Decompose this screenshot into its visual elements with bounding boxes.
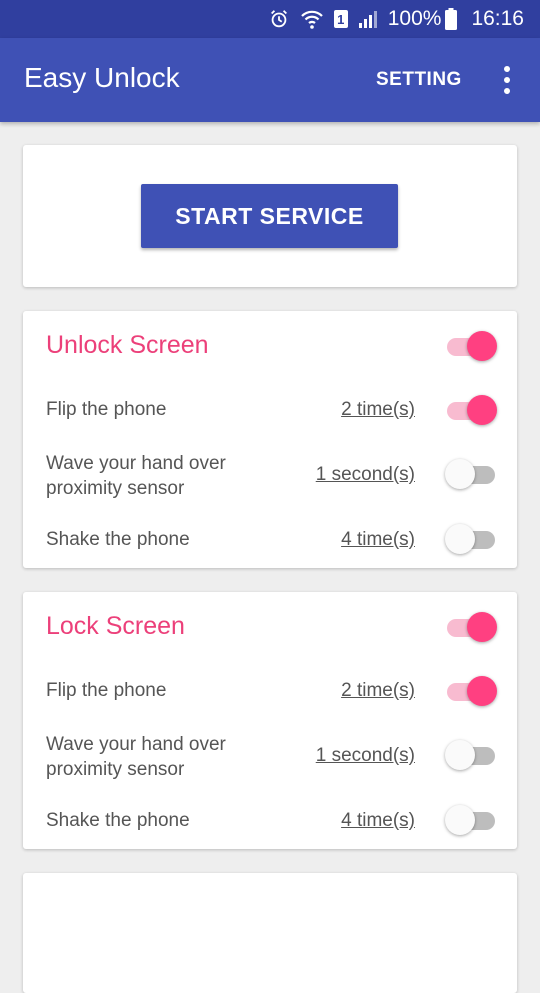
unlock-shake-label: Shake the phone [46, 529, 190, 550]
switch-thumb [445, 524, 475, 554]
unlock-master-switch[interactable] [445, 329, 497, 361]
switch-thumb [445, 740, 475, 770]
start-service-button[interactable]: START SERVICE [141, 184, 398, 248]
status-bar: 1 100% 16:16 [0, 0, 540, 38]
overflow-dot [504, 77, 510, 83]
switch-thumb [467, 676, 497, 706]
switch-thumb [467, 395, 497, 425]
lock-section-title: Lock Screen [46, 612, 185, 640]
overflow-dot [504, 88, 510, 94]
lock-shake-value[interactable]: 4 time(s) [341, 808, 415, 833]
more-vert-icon[interactable] [497, 66, 517, 94]
lock-flip-switch[interactable] [445, 674, 497, 706]
switch-thumb [445, 805, 475, 835]
unlock-flip-value[interactable]: 2 time(s) [341, 397, 415, 422]
lock-wave-label: Wave your hand over proximity sensor [46, 734, 226, 780]
app-title: Easy Unlock [24, 62, 180, 93]
status-time: 16:16 [471, 7, 524, 30]
lock-shake-switch[interactable] [445, 803, 497, 835]
unlock-flip-switch[interactable] [445, 393, 497, 425]
setting-button[interactable]: SETTING [376, 69, 462, 91]
switch-thumb [467, 331, 497, 361]
unlock-wave-label: Wave your hand over proximity sensor [46, 453, 226, 499]
lock-flip-label: Flip the phone [46, 680, 167, 701]
lock-wave-value[interactable]: 1 second(s) [316, 743, 415, 768]
lock-screen-card: Lock Screen Flip the phone 2 time(s) Wav… [23, 592, 517, 849]
sim-icon: 1 [333, 10, 348, 28]
wifi-icon [300, 8, 324, 30]
sim-slot-badge: 1 [333, 10, 348, 28]
unlock-wave-switch[interactable] [445, 457, 497, 489]
alarm-icon [268, 8, 290, 30]
battery-icon [445, 8, 458, 30]
overflow-dot [504, 66, 510, 72]
unlock-flip-label: Flip the phone [46, 399, 167, 420]
unlock-shake-value[interactable]: 4 time(s) [341, 527, 415, 552]
app-bar: Easy Unlock SETTING [0, 38, 540, 122]
service-card: START SERVICE [23, 145, 517, 287]
lock-shake-label: Shake the phone [46, 810, 190, 831]
unlock-screen-card: Unlock Screen Flip the phone 2 time(s) W… [23, 311, 517, 568]
unlock-shake-switch[interactable] [445, 522, 497, 554]
signal-icon [358, 9, 380, 29]
lock-flip-value[interactable]: 2 time(s) [341, 678, 415, 703]
battery-percent: 100% [387, 7, 442, 30]
lock-master-switch[interactable] [445, 610, 497, 642]
unlock-wave-value[interactable]: 1 second(s) [316, 462, 415, 487]
switch-thumb [467, 612, 497, 642]
extra-card [23, 873, 517, 993]
lock-wave-switch[interactable] [445, 738, 497, 770]
unlock-section-title: Unlock Screen [46, 331, 209, 359]
switch-thumb [445, 459, 475, 489]
